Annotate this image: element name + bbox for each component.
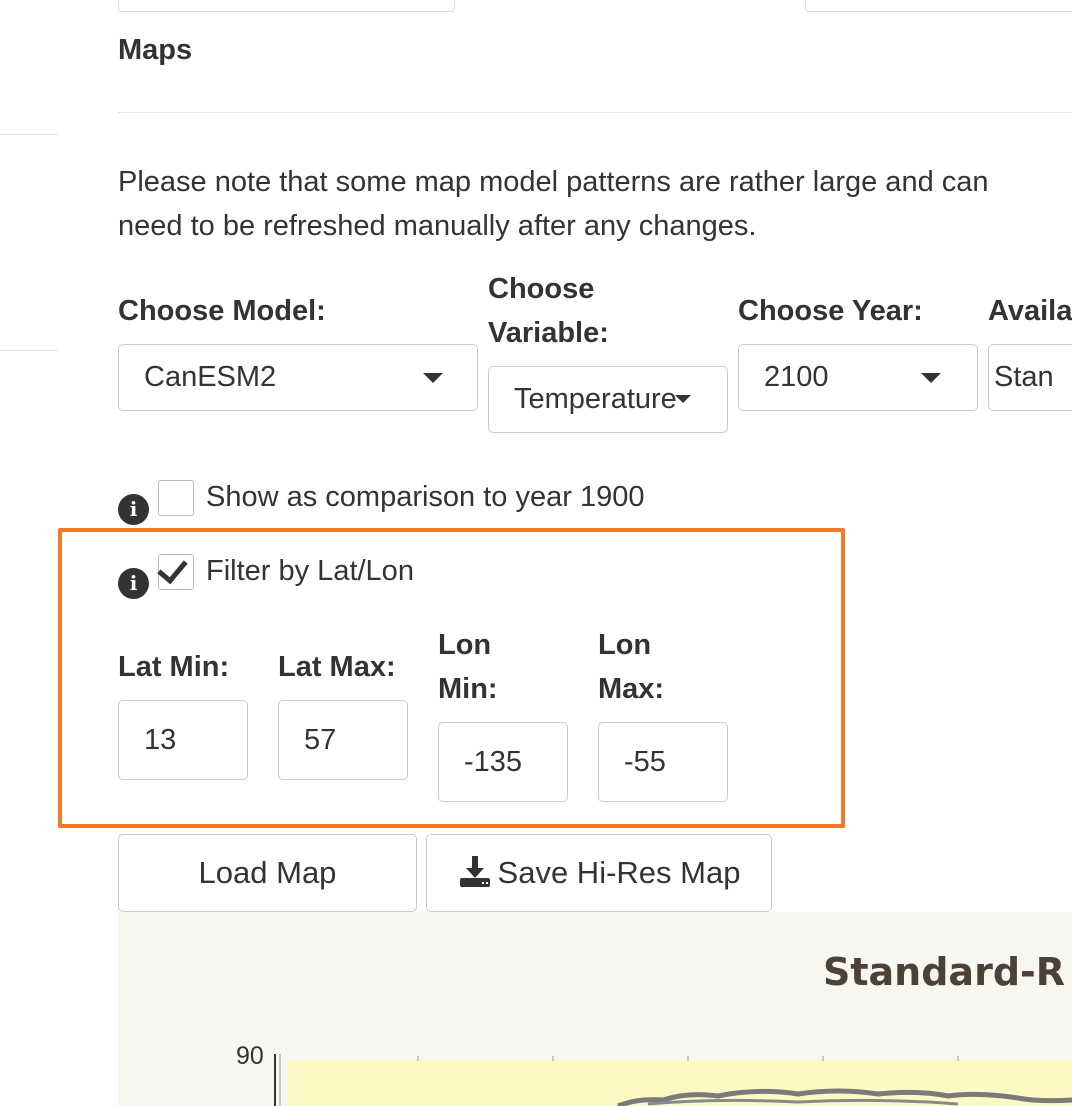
- notice-text: Please note that some map model patterns…: [118, 160, 989, 248]
- lon-min-label-line: Lon: [438, 629, 492, 661]
- previous-select-box[interactable]: [118, 0, 455, 12]
- chevron-down-icon: [675, 395, 691, 403]
- variable-select[interactable]: Temperature: [488, 366, 728, 433]
- variable-label: Choose Variable:: [488, 267, 609, 355]
- filter-checkbox-label: Filter by Lat/Lon: [206, 555, 414, 587]
- sidebar-divider: [0, 350, 58, 351]
- section-divider: [118, 112, 1072, 113]
- year-select[interactable]: 2100: [738, 344, 978, 411]
- lon-max-label-line: Max:: [598, 673, 665, 705]
- available-label: Availa: [988, 295, 1072, 327]
- variable-select-value: Temperature: [514, 383, 677, 415]
- notice-line: Please note that some map model patterns…: [118, 166, 989, 198]
- model-select-value: CanESM2: [144, 361, 277, 393]
- checkmark-icon: [157, 552, 188, 585]
- compare-checkbox[interactable]: [158, 480, 194, 516]
- sidebar-divider: [0, 134, 58, 135]
- lon-min-label-line: Min:: [438, 673, 498, 705]
- previous-select-box-right[interactable]: [805, 0, 1072, 12]
- save-hires-map-button[interactable]: Save Hi-Res Map: [426, 834, 772, 912]
- lat-max-input[interactable]: 57: [278, 700, 408, 780]
- variable-label-line: Choose: [488, 273, 595, 305]
- map-plot: [274, 1054, 1072, 1106]
- model-select[interactable]: CanESM2: [118, 344, 478, 411]
- info-icon[interactable]: i: [118, 568, 149, 599]
- year-label: Choose Year:: [738, 295, 923, 327]
- chevron-down-icon: [423, 373, 443, 383]
- year-select-value: 2100: [764, 361, 829, 393]
- filter-checkbox[interactable]: [157, 552, 194, 590]
- lat-min-input[interactable]: 13: [118, 700, 248, 780]
- available-select[interactable]: Stan: [988, 344, 1072, 411]
- notice-line: need to be refreshed manually after any …: [118, 210, 757, 242]
- lat-max-label: Lat Max:: [278, 651, 396, 683]
- available-select-value: Stan: [994, 361, 1054, 393]
- compare-checkbox-label: Show as comparison to year 1900: [206, 481, 645, 513]
- map-panel: Standard-R 90: [118, 912, 1072, 1106]
- lon-min-input[interactable]: -135: [438, 722, 568, 802]
- chevron-down-icon: [921, 373, 941, 383]
- load-map-button[interactable]: Load Map: [118, 834, 417, 912]
- save-hires-map-label: Save Hi-Res Map: [497, 855, 741, 890]
- lon-max-label: Lon Max:: [598, 623, 664, 711]
- lon-max-label-line: Lon: [598, 629, 652, 661]
- lon-min-label: Lon Min:: [438, 623, 498, 711]
- lon-max-input[interactable]: -55: [598, 722, 728, 802]
- plot-area: [288, 1060, 1072, 1106]
- variable-label-line: Variable:: [488, 317, 609, 349]
- section-title: Maps: [118, 34, 193, 66]
- lat-min-label: Lat Min:: [118, 651, 230, 683]
- info-icon[interactable]: i: [118, 494, 149, 525]
- model-label: Choose Model:: [118, 295, 326, 327]
- download-icon: [459, 856, 490, 887]
